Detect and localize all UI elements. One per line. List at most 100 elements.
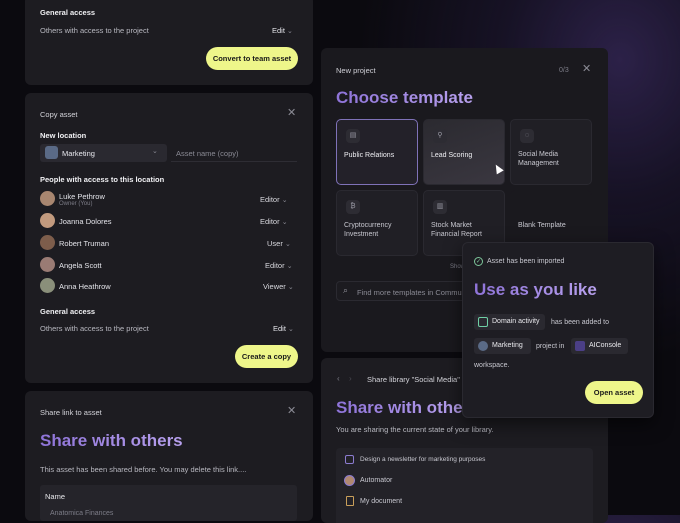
rss-icon: ◌ (520, 129, 534, 143)
share-link-dialog: Share link to asset ✕ Share with others … (25, 391, 313, 521)
role-dropdown[interactable]: Editor ⌄ (265, 261, 293, 270)
list-item[interactable]: Design a newsletter for marketing purpos… (336, 454, 593, 468)
person-name: Luke Pethrow (59, 192, 105, 201)
template-tile-social-media[interactable]: ◌ Social Media Management (510, 119, 592, 185)
chevron-down-icon: ⌄ (281, 197, 288, 204)
people-heading: People with access to this location (40, 175, 165, 184)
status-text: Asset has been imported (487, 258, 565, 265)
close-icon[interactable]: ✕ (582, 64, 591, 75)
tile-label: Lead Scoring (431, 152, 473, 159)
chevron-down-icon: ⌄ (152, 148, 158, 155)
calendar-icon (345, 455, 354, 464)
others-access-text: Others with access to the project (40, 324, 149, 333)
chevron-down-icon: ⌄ (286, 263, 293, 270)
avatar (40, 278, 55, 293)
template-heading: Choose template (336, 88, 473, 107)
chevron-down-icon: ⌄ (288, 326, 294, 333)
location-value: Marketing (62, 149, 95, 158)
role-label: User (267, 239, 283, 248)
person-name: Joanna Dolores (59, 217, 112, 226)
chip-marketing[interactable]: Marketing (474, 338, 531, 354)
create-copy-button[interactable]: Create a copy (235, 345, 298, 368)
tile-label: Public Relations (344, 152, 395, 159)
item-label: Automator (360, 477, 393, 484)
access-edit-dropdown[interactable]: Edit ⌄ (272, 26, 293, 35)
avatar (40, 235, 55, 250)
location-select[interactable]: Marketing ⌄ (40, 144, 167, 162)
share-heading: Share with others (40, 431, 183, 450)
role-label: Viewer (263, 282, 286, 291)
general-access-heading: General access (40, 307, 96, 316)
chip-aiconsole[interactable]: AIConsole (571, 338, 628, 354)
role-dropdown[interactable]: Editor ⌄ (260, 195, 288, 204)
open-asset-button[interactable]: Open asset (585, 381, 643, 404)
role-label: Editor (260, 217, 280, 226)
cursor-icon (492, 162, 504, 175)
chevron-down-icon: ⌄ (287, 28, 293, 35)
close-icon[interactable]: ✕ (287, 406, 296, 417)
list-item[interactable]: My document (336, 496, 593, 510)
avatar (40, 257, 55, 272)
chevron-down-icon: ⌄ (281, 219, 288, 226)
copy-asset-dialog: Copy asset ✕ New location Marketing ⌄ As… (25, 93, 313, 383)
dialog-title: Share library "Social Media" (367, 375, 460, 384)
access-edit-dropdown[interactable]: Edit ⌄ (273, 324, 294, 333)
general-access-heading: General access (40, 8, 96, 17)
search-placeholder: Find more templates in Commu (357, 288, 462, 297)
tile-label: Social Media Management (518, 151, 559, 167)
workspace-text: workspace. (474, 362, 510, 369)
document-icon (346, 496, 354, 506)
dialog-title: Share link to asset (40, 408, 102, 417)
search-icon: ⌕ (343, 285, 349, 295)
back-arrow-icon[interactable]: ‹ (337, 374, 340, 383)
chip-domain-activity[interactable]: Domain activity (474, 314, 545, 330)
close-icon[interactable]: ✕ (287, 108, 296, 119)
name-label: Name (45, 492, 66, 501)
automator-icon (344, 475, 355, 486)
template-tile-public-relations[interactable]: ▤ Public Relations (336, 119, 418, 185)
grid-icon (478, 317, 488, 327)
edit-label: Edit (273, 324, 286, 333)
chip-label: Domain activity (492, 318, 540, 325)
name-field[interactable]: Name Anatomica Finances (40, 485, 297, 521)
avatar (40, 191, 55, 206)
edit-label: Edit (272, 26, 285, 35)
convert-team-asset-button[interactable]: Convert to team asset (206, 47, 298, 70)
chevron-down-icon: ⌄ (287, 284, 294, 291)
document-icon: ▤ (346, 129, 360, 143)
step-counter: 0/3 (559, 67, 569, 74)
use-heading: Use as you like (474, 280, 597, 299)
chip-label: Marketing (492, 342, 523, 349)
template-tile-lead-scoring[interactable]: ⚲ Lead Scoring (423, 119, 505, 185)
marketing-avatar (45, 146, 58, 159)
role-dropdown[interactable]: Editor ⌄ (260, 217, 288, 226)
asset-name-placeholder: Asset name (copy) (176, 149, 239, 158)
share-library-heading: Share with othe (336, 398, 463, 417)
template-tile-crypto[interactable]: ₿ Cryptocurrency Investment (336, 190, 418, 256)
new-location-label: New location (40, 131, 87, 140)
avatar (40, 213, 55, 228)
aiconsole-icon (575, 341, 585, 351)
tile-label: Blank Template (518, 222, 566, 229)
person-name: Robert Truman (59, 239, 110, 248)
share-library-description: You are sharing the current state of you… (336, 425, 494, 434)
dialog-title: Copy asset (40, 110, 78, 119)
item-label: Design a newsletter for marketing purpos… (360, 456, 486, 463)
list-item[interactable]: Automator (336, 475, 593, 489)
role-dropdown[interactable]: Viewer ⌄ (263, 282, 294, 291)
role-label: Editor (260, 195, 280, 204)
asset-name-input[interactable]: Asset name (copy) (171, 144, 297, 162)
person-sub: Owner (You) (59, 201, 93, 207)
project-in-text: project in (536, 343, 565, 350)
marketing-avatar (478, 341, 488, 351)
asset-imported-popup: ✓ Asset has been imported Use as you lik… (462, 242, 654, 418)
name-value: Anatomica Finances (50, 510, 114, 517)
person-name: Angela Scott (59, 261, 102, 270)
forward-arrow-icon[interactable]: › (349, 374, 352, 383)
share-description: This asset has been shared before. You m… (40, 465, 247, 474)
tile-label: Cryptocurrency Investment (344, 222, 392, 238)
role-dropdown[interactable]: User ⌄ (267, 239, 291, 248)
access-card: General access Others with access to the… (25, 0, 313, 85)
chart-icon: ▥ (433, 200, 447, 214)
check-circle-icon: ✓ (474, 257, 483, 266)
